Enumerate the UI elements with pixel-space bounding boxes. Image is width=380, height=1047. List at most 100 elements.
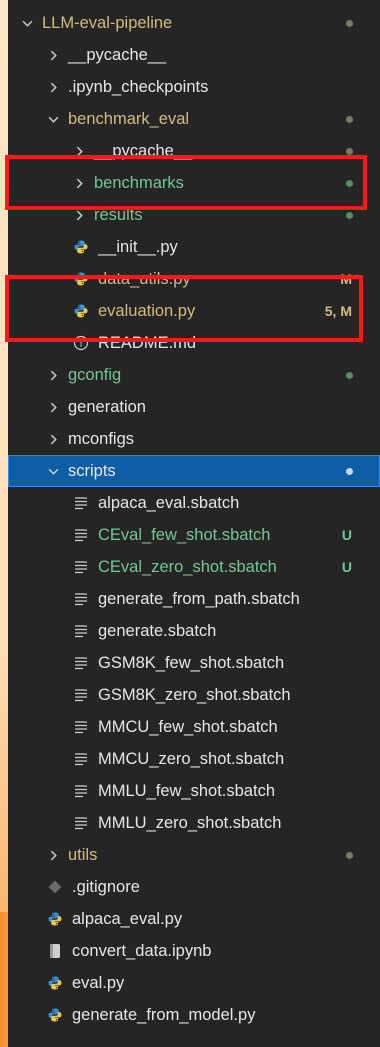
tree-file-row[interactable]: .gitignore bbox=[8, 871, 380, 903]
tree-file-row[interactable]: alpaca_eval.sbatch bbox=[8, 487, 380, 519]
chevron-right-icon[interactable] bbox=[72, 146, 86, 157]
tree-folder-row[interactable]: mconfigs bbox=[8, 423, 380, 455]
tree-item-label: MMLU_zero_shot.sbatch bbox=[98, 813, 282, 832]
notebook-icon bbox=[46, 942, 64, 960]
tree-item-label: data_utils.py bbox=[98, 269, 191, 288]
git-status-dot bbox=[346, 179, 353, 187]
text-lines-icon bbox=[72, 494, 90, 512]
git-status-dot bbox=[346, 467, 353, 475]
tree-file-row[interactable]: MMLU_zero_shot.sbatch bbox=[8, 807, 380, 839]
info-icon: i bbox=[72, 334, 90, 352]
tree-item-label: benchmark_eval bbox=[68, 109, 190, 128]
chevron-down-icon[interactable] bbox=[20, 18, 34, 29]
tree-file-row[interactable]: CEval_few_shot.sbatch U bbox=[8, 519, 380, 551]
chevron-right-icon[interactable] bbox=[46, 50, 60, 61]
tree-item-label: CEval_few_shot.sbatch bbox=[98, 525, 271, 544]
git-status-dot bbox=[346, 19, 353, 27]
tree-file-row[interactable]: generate_from_model.py bbox=[8, 999, 380, 1031]
text-lines-icon bbox=[72, 718, 90, 736]
text-lines-icon bbox=[72, 558, 90, 576]
python-icon bbox=[46, 1006, 64, 1024]
tree-item-label: MMLU_few_shot.sbatch bbox=[98, 781, 275, 800]
tree-item-label: generate.sbatch bbox=[98, 621, 217, 640]
git-status-dot bbox=[346, 851, 353, 859]
tree-file-row[interactable]: MMCU_few_shot.sbatch bbox=[8, 711, 380, 743]
text-lines-icon bbox=[72, 526, 90, 544]
python-icon bbox=[72, 238, 90, 256]
tree-file-row[interactable]: MMLU_few_shot.sbatch bbox=[8, 775, 380, 807]
git-status-dot bbox=[346, 147, 353, 155]
tree-item-label: scripts bbox=[68, 461, 116, 480]
tree-item-label: generate_from_path.sbatch bbox=[98, 589, 300, 608]
text-lines-icon bbox=[72, 782, 90, 800]
tree-item-label: __pycache__ bbox=[94, 141, 193, 160]
git-status-badge: 5, M bbox=[324, 303, 352, 319]
python-icon bbox=[46, 974, 64, 992]
tree-file-row[interactable]: data_utils.py M bbox=[8, 263, 380, 295]
tree-folder-row[interactable]: __pycache__ bbox=[8, 135, 380, 167]
page-background bbox=[0, 0, 8, 1047]
git-status-dot bbox=[346, 211, 353, 219]
chevron-right-icon[interactable] bbox=[72, 178, 86, 189]
tree-file-row[interactable]: GSM8K_zero_shot.sbatch bbox=[8, 679, 380, 711]
git-status-dot bbox=[346, 371, 353, 379]
tree-item-label: README.md bbox=[98, 333, 197, 352]
tree-file-row[interactable]: __init__.py bbox=[8, 231, 380, 263]
chevron-right-icon[interactable] bbox=[46, 434, 60, 445]
tree-item-label: GSM8K_zero_shot.sbatch bbox=[98, 685, 291, 704]
tree-item-label: results bbox=[94, 205, 143, 224]
tree-folder-row[interactable]: __pycache__ bbox=[8, 39, 380, 71]
tree-item-label: mconfigs bbox=[68, 429, 135, 448]
tree-file-row[interactable]: CEval_zero_shot.sbatch U bbox=[8, 551, 380, 583]
tree-item-label: convert_data.ipynb bbox=[72, 941, 212, 960]
chevron-down-icon[interactable] bbox=[46, 114, 60, 125]
chevron-down-icon[interactable] bbox=[46, 466, 60, 477]
tree-file-row[interactable]: generate_from_path.sbatch bbox=[8, 583, 380, 615]
chevron-right-icon[interactable] bbox=[46, 82, 60, 93]
tree-item-label: eval.py bbox=[72, 973, 125, 992]
tree-item-label: utils bbox=[68, 845, 98, 864]
text-lines-icon bbox=[72, 622, 90, 640]
tree-file-row[interactable]: MMCU_zero_shot.sbatch bbox=[8, 743, 380, 775]
text-lines-icon bbox=[72, 590, 90, 608]
tree-folder-row[interactable]: gconfig bbox=[8, 359, 380, 391]
file-explorer-panel: LLM-eval-pipeline __pycache__ .ipynb_check… bbox=[8, 0, 380, 1047]
tree-item-label: GSM8K_few_shot.sbatch bbox=[98, 653, 285, 672]
tree-item-label: gconfig bbox=[68, 365, 122, 384]
tree-folder-row[interactable]: LLM-eval-pipeline bbox=[8, 7, 380, 39]
tree-file-row[interactable]: alpaca_eval.py bbox=[8, 903, 380, 935]
tree-file-row[interactable]: i README.md bbox=[8, 327, 380, 359]
tree-item-label: __pycache__ bbox=[68, 45, 167, 64]
tree-file-row[interactable]: convert_data.ipynb bbox=[8, 935, 380, 967]
tree-item-label: MMCU_few_shot.sbatch bbox=[98, 717, 278, 736]
text-lines-icon bbox=[72, 814, 90, 832]
tree-folder-row[interactable]: .ipynb_checkpoints bbox=[8, 71, 380, 103]
tree-file-row[interactable]: eval.py bbox=[8, 967, 380, 999]
tree-item-label: generation bbox=[68, 397, 146, 416]
tree-item-label: MMCU_zero_shot.sbatch bbox=[98, 749, 285, 768]
tree-folder-row[interactable]: benchmark_eval bbox=[8, 103, 380, 135]
tree-folder-row[interactable]: utils bbox=[8, 839, 380, 871]
tree-file-row[interactable]: generate.sbatch bbox=[8, 615, 380, 647]
tree-item-label: generate_from_model.py bbox=[72, 1005, 256, 1024]
tree-item-label: CEval_zero_shot.sbatch bbox=[98, 557, 277, 576]
git-status-badge: M bbox=[340, 271, 352, 287]
tree-folder-row[interactable]: benchmarks bbox=[8, 167, 380, 199]
git-status-badge: U bbox=[341, 527, 352, 543]
chevron-right-icon[interactable] bbox=[46, 402, 60, 413]
tree-folder-row[interactable]: generation bbox=[8, 391, 380, 423]
chevron-right-icon[interactable] bbox=[46, 850, 60, 861]
text-lines-icon bbox=[72, 686, 90, 704]
tree-item-label: alpaca_eval.sbatch bbox=[98, 493, 240, 512]
tree-folder-row[interactable]: results bbox=[8, 199, 380, 231]
tree-file-row[interactable]: evaluation.py 5, M bbox=[8, 295, 380, 327]
chevron-right-icon[interactable] bbox=[46, 370, 60, 381]
tree-folder-row[interactable]: scripts bbox=[8, 455, 380, 487]
text-lines-icon bbox=[72, 750, 90, 768]
svg-text:i: i bbox=[80, 339, 83, 350]
git-icon bbox=[46, 878, 64, 896]
git-status-dot bbox=[346, 115, 353, 123]
tree-file-row[interactable]: GSM8K_few_shot.sbatch bbox=[8, 647, 380, 679]
git-status-badge: U bbox=[341, 559, 352, 575]
chevron-right-icon[interactable] bbox=[72, 210, 86, 221]
